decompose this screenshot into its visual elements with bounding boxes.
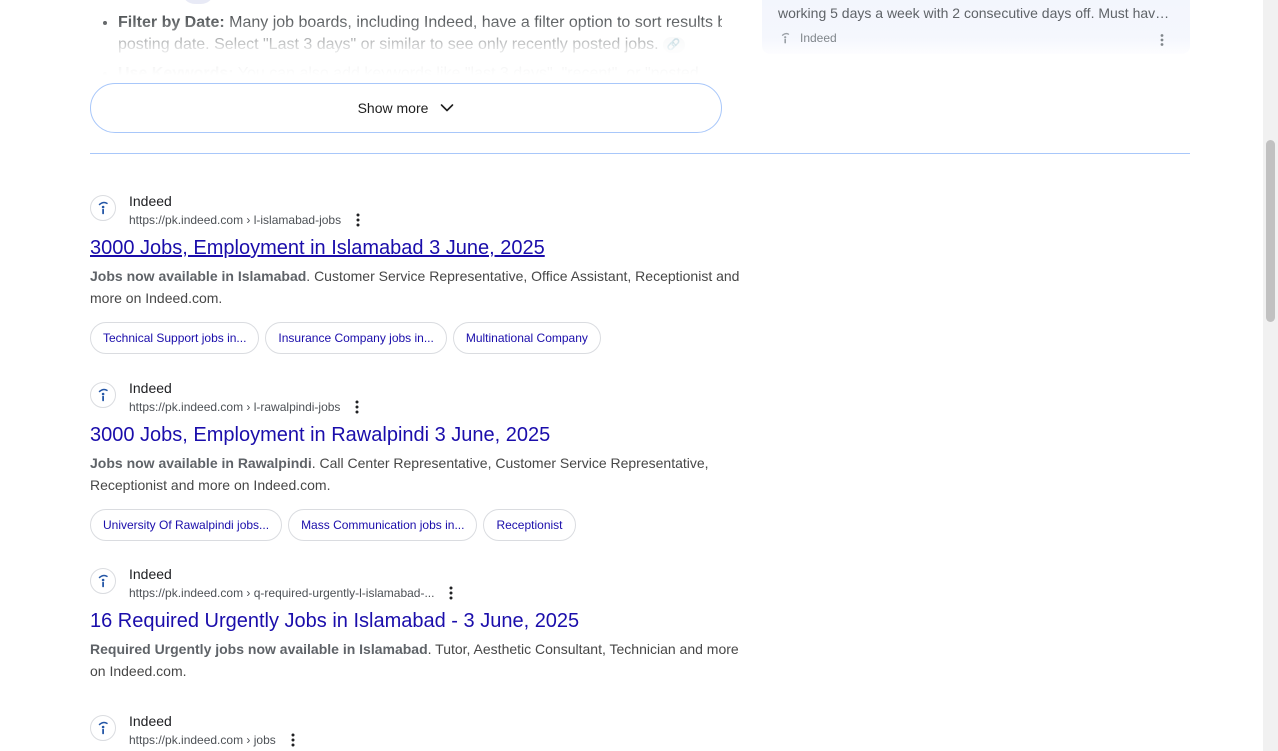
related-chip[interactable]: Technical Support jobs in... [90, 322, 260, 354]
result-snippet: Jobs now available in Rawalpindi. Call C… [90, 452, 750, 496]
result-url: https://pk.indeed.com › l-islamabad-jobs [129, 213, 342, 227]
related-chip[interactable]: University Of Rawalpindi jobs... [90, 509, 283, 541]
indeed-favicon-icon [90, 715, 116, 741]
result-source[interactable]: Indeed https://pk.indeed.com › q-require… [90, 564, 750, 604]
search-result: Indeed https://pk.indeed.com › q-require… [90, 564, 750, 682]
indeed-favicon-icon [781, 32, 790, 44]
more-vert-icon[interactable] [349, 211, 367, 229]
related-chips: Technical Support jobs in... Insurance C… [90, 322, 750, 354]
related-chip[interactable]: Insurance Company jobs in... [265, 322, 447, 354]
section-divider [90, 153, 1190, 154]
side-panel-snippet: working 5 days a week with 2 consecutive… [778, 5, 1174, 21]
more-vert-icon[interactable] [442, 584, 460, 602]
indeed-favicon-icon [90, 382, 116, 408]
ai-overview-item: Use Keywords: You can also add keywords … [118, 63, 722, 84]
result-source[interactable]: Indeed https://pk.indeed.com › l-islamab… [90, 191, 750, 231]
result-snippet-highlight: Jobs now available in Rawalpindi [90, 455, 312, 471]
page-scrollbar[interactable] [1263, 0, 1278, 751]
more-vert-icon[interactable] [1154, 32, 1170, 48]
result-url-row: https://pk.indeed.com › q-required-urgen… [129, 584, 460, 602]
related-chip[interactable]: Mass Communication jobs in... [288, 509, 478, 541]
side-panel-card[interactable]: working 5 days a week with 2 consecutive… [762, 0, 1190, 54]
result-snippet-highlight: Jobs now available in Islamabad [90, 268, 307, 284]
related-chip[interactable]: Multinational Company [452, 322, 601, 354]
result-site-name: Indeed [129, 380, 172, 396]
result-site-name: Indeed [129, 193, 172, 209]
related-chips: University Of Rawalpindi jobs... Mass Co… [90, 509, 750, 541]
result-snippet: Jobs now available in Islamabad. Custome… [90, 265, 750, 309]
result-source[interactable]: Indeed https://pk.indeed.com › l-rawalpi… [90, 378, 750, 418]
ai-overview-item-label: Use Keywords: [118, 65, 234, 82]
result-url-row: https://pk.indeed.com › l-rawalpindi-job… [129, 398, 366, 416]
result-title-link[interactable]: 16 Required Urgently Jobs in Islamabad -… [90, 608, 750, 634]
more-vert-icon[interactable] [348, 398, 366, 416]
result-url-row: https://pk.indeed.com › jobs [129, 731, 302, 749]
result-site-name: Indeed [129, 713, 172, 729]
side-panel-source: Indeed [778, 31, 837, 45]
result-snippet: Required Urgently jobs now available in … [90, 638, 750, 682]
search-result: Indeed https://pk.indeed.com › l-rawalpi… [90, 378, 750, 541]
related-chip[interactable]: Receptionist [483, 509, 576, 541]
indeed-favicon-icon [90, 568, 116, 594]
chevron-down-icon [441, 104, 454, 112]
result-url: https://pk.indeed.com › l-rawalpindi-job… [129, 400, 341, 414]
result-url-row: https://pk.indeed.com › l-islamabad-jobs [129, 211, 367, 229]
ai-overview-bubble [182, 0, 214, 4]
result-site-name: Indeed [129, 566, 172, 582]
result-source[interactable]: Indeed https://pk.indeed.com › jobs [90, 711, 750, 751]
result-title-link[interactable]: 3000 Jobs, Employment in Rawalpindi 3 Ju… [90, 422, 750, 448]
ai-overview-item-text: You can also add keywords like "last 3 d… [233, 65, 699, 82]
result-url: https://pk.indeed.com › q-required-urgen… [129, 586, 435, 600]
result-url: https://pk.indeed.com › jobs [129, 733, 276, 747]
side-panel-source-name: Indeed [800, 31, 837, 45]
scrollbar-thumb[interactable] [1266, 140, 1275, 322]
result-snippet-highlight: Required Urgently jobs now available in … [90, 641, 428, 657]
show-more-button[interactable]: Show more [90, 83, 722, 133]
indeed-favicon-icon [90, 195, 116, 221]
link-icon[interactable]: 🔗 [662, 36, 685, 53]
search-result: Indeed https://pk.indeed.com › l-islamab… [90, 191, 750, 354]
result-title-link[interactable]: 3000 Jobs, Employment in Islamabad 3 Jun… [90, 235, 750, 261]
ai-overview-list: Filter by Date: Many job boards, includi… [90, 12, 722, 84]
show-more-label: Show more [357, 100, 429, 116]
ai-overview-item-label: Filter by Date: [118, 14, 225, 31]
ai-overview-fragment: Filter by Date: Many job boards, includi… [90, 0, 722, 84]
ai-overview-item: Filter by Date: Many job boards, includi… [118, 12, 722, 56]
search-result: Indeed https://pk.indeed.com › jobs [90, 711, 750, 751]
more-vert-icon[interactable] [284, 731, 302, 749]
